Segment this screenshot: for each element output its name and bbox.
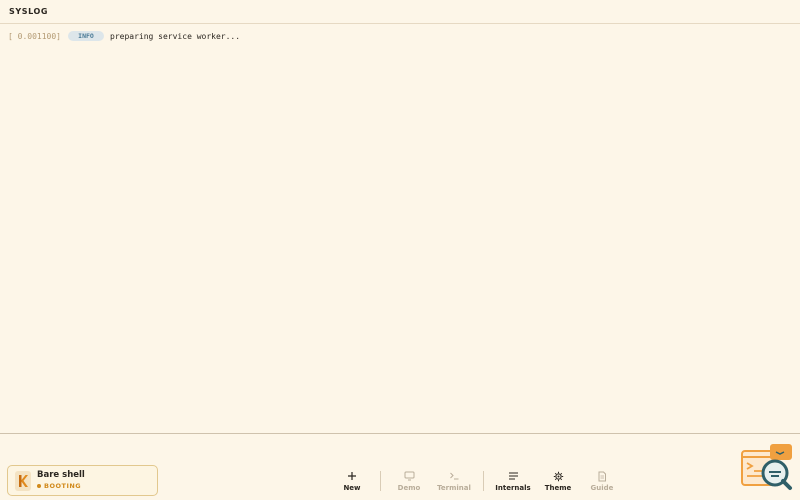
header: SYSLOG <box>0 0 800 24</box>
toolbar-divider <box>483 471 484 491</box>
gear-icon <box>536 471 580 483</box>
toolbar: New Demo Terminal Internals Theme Guide <box>0 434 800 500</box>
mascot-icon[interactable] <box>740 439 794 493</box>
log-timestamp: [ 0.001100] <box>8 31 61 41</box>
log-level-badge: INFO <box>68 31 104 41</box>
internals-button-label: Internals <box>495 484 531 492</box>
plus-icon <box>330 471 374 483</box>
guide-button-label: Guide <box>590 484 614 492</box>
syslog-panel: [ 0.001100] INFO preparing service worke… <box>0 24 800 433</box>
log-entry: [ 0.001100] INFO preparing service worke… <box>8 30 240 42</box>
bottom-bar: Bare shell BOOTING New Demo Terminal Int… <box>0 433 800 500</box>
demo-button-label: Demo <box>397 484 421 492</box>
guide-button[interactable]: Guide <box>580 471 624 493</box>
document-icon <box>580 471 624 483</box>
toolbar-divider <box>380 471 381 491</box>
new-button[interactable]: New <box>330 471 374 493</box>
new-button-label: New <box>343 484 361 492</box>
theme-button-label: Theme <box>544 484 572 492</box>
list-icon <box>491 471 535 483</box>
theme-button[interactable]: Theme <box>536 471 580 493</box>
terminal-button-label: Terminal <box>437 484 471 492</box>
page-title: SYSLOG <box>9 7 49 16</box>
demo-button[interactable]: Demo <box>387 471 431 493</box>
terminal-button[interactable]: Terminal <box>432 471 476 493</box>
log-message: preparing service worker... <box>110 31 241 41</box>
terminal-icon <box>432 471 476 483</box>
monitor-icon <box>387 471 431 483</box>
app-window: SYSLOG [ 0.001100] INFO preparing servic… <box>0 0 800 500</box>
internals-button[interactable]: Internals <box>491 471 535 493</box>
